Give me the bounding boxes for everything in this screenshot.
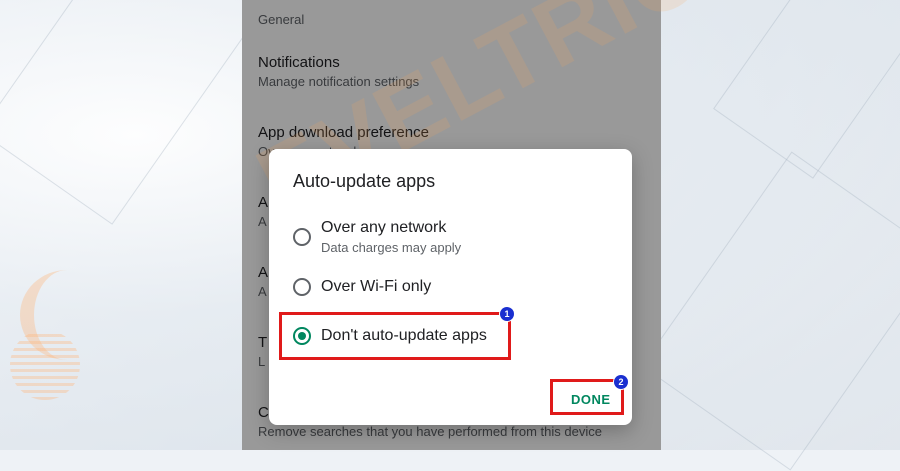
auto-update-dialog: Auto-update apps Over any network Data c… xyxy=(269,149,632,425)
radio-button[interactable] xyxy=(293,278,311,296)
option-label: Over any network xyxy=(321,219,447,236)
background-shape xyxy=(641,151,900,471)
done-button[interactable]: DONE xyxy=(571,392,611,407)
option-over-any-network[interactable]: Over any network Data charges may apply xyxy=(293,219,461,255)
option-label: Over Wi-Fi only xyxy=(321,278,432,295)
option-over-wifi-only[interactable]: Over Wi-Fi only xyxy=(293,278,431,296)
dialog-title: Auto-update apps xyxy=(293,171,436,191)
watermark-logo-globe xyxy=(10,330,80,400)
radio-button-selected[interactable] xyxy=(293,327,311,345)
option-dont-auto-update[interactable]: Don't auto-update apps xyxy=(293,327,487,345)
background-shape xyxy=(0,0,263,225)
background-shape xyxy=(713,0,900,179)
radio-button[interactable] xyxy=(293,228,311,246)
option-subtitle: Data charges may apply xyxy=(321,240,462,255)
step-badge-2: 2 xyxy=(614,375,628,389)
step-badge-1: 1 xyxy=(500,307,514,321)
option-label: Don't auto-update apps xyxy=(321,327,487,344)
